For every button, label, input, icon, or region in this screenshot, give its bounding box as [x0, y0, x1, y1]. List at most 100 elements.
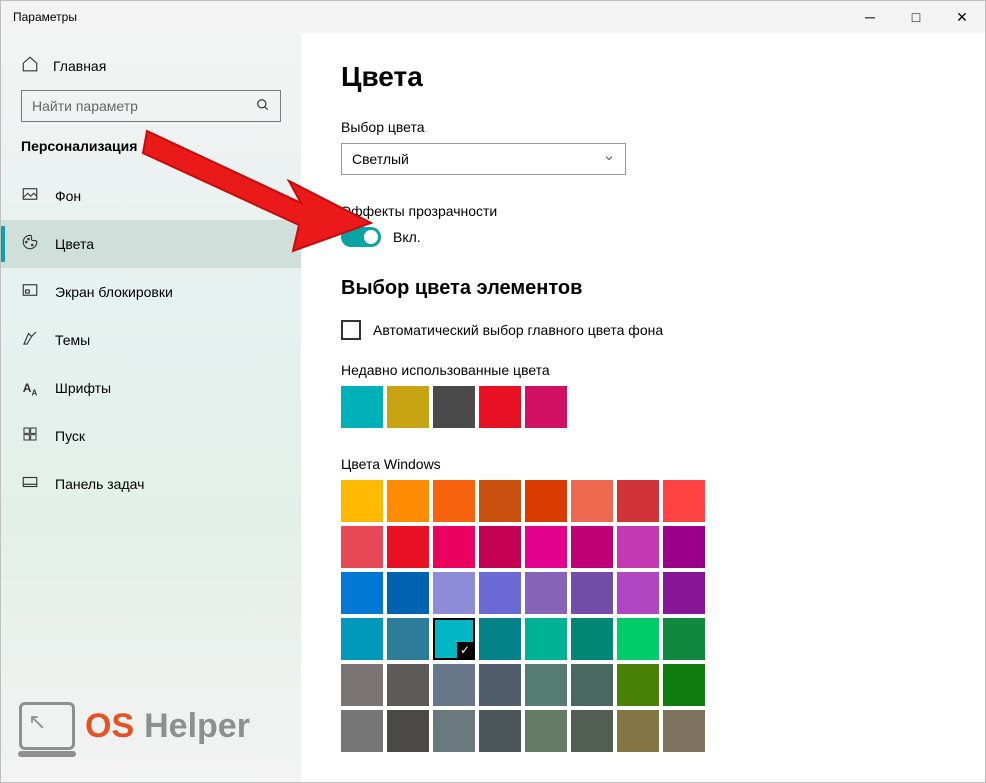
- color-swatch[interactable]: [479, 664, 521, 706]
- home-label: Главная: [53, 58, 106, 74]
- color-swatch[interactable]: [341, 526, 383, 568]
- color-swatch[interactable]: [433, 480, 475, 522]
- color-swatch[interactable]: [479, 526, 521, 568]
- color-swatch[interactable]: [663, 526, 705, 568]
- color-swatch[interactable]: [387, 572, 429, 614]
- color-swatch[interactable]: [571, 618, 613, 660]
- color-swatch[interactable]: [433, 618, 475, 660]
- transparency-label: Эффекты прозрачности: [341, 203, 945, 219]
- content-area: Цвета Выбор цвета Светлый Эффекты прозра…: [301, 33, 985, 782]
- color-swatch[interactable]: [387, 710, 429, 752]
- image-icon: [21, 185, 39, 208]
- color-swatch[interactable]: [617, 572, 659, 614]
- accent-section-title: Выбор цвета элементов: [341, 277, 945, 300]
- sidebar-item-label: Пуск: [55, 428, 85, 444]
- maximize-button[interactable]: □: [893, 1, 939, 33]
- minimize-button[interactable]: ─: [847, 1, 893, 33]
- color-swatch[interactable]: [525, 664, 567, 706]
- windows-colors-label: Цвета Windows: [341, 456, 945, 472]
- color-swatch[interactable]: [387, 526, 429, 568]
- home-link[interactable]: Главная: [21, 47, 281, 90]
- sidebar: Главная Персонализация Фон Цвета Экран б…: [1, 33, 301, 782]
- color-swatch[interactable]: [617, 618, 659, 660]
- color-swatch[interactable]: [571, 664, 613, 706]
- lockscreen-icon: [21, 281, 39, 304]
- color-swatch[interactable]: [525, 526, 567, 568]
- search-icon: [256, 98, 270, 115]
- themes-icon: [21, 329, 39, 352]
- color-swatch[interactable]: [525, 480, 567, 522]
- color-swatch[interactable]: [617, 664, 659, 706]
- color-mode-value: Светлый: [352, 151, 409, 167]
- watermark-helper: Helper: [144, 707, 250, 746]
- color-swatch[interactable]: [387, 664, 429, 706]
- color-swatch[interactable]: [479, 710, 521, 752]
- color-swatch[interactable]: [479, 572, 521, 614]
- close-button[interactable]: ✕: [939, 1, 985, 33]
- category-title: Персонализация: [21, 138, 281, 154]
- color-swatch[interactable]: [341, 710, 383, 752]
- color-swatch[interactable]: [663, 480, 705, 522]
- sidebar-item-label: Темы: [55, 332, 90, 348]
- color-swatch[interactable]: [433, 572, 475, 614]
- sidebar-item-start[interactable]: Пуск: [1, 412, 301, 460]
- recent-color-swatch[interactable]: [433, 386, 475, 428]
- color-swatch[interactable]: [433, 664, 475, 706]
- color-mode-label: Выбор цвета: [341, 119, 945, 135]
- start-icon: [21, 426, 39, 447]
- watermark-logo: ↖: [19, 702, 75, 750]
- color-swatch[interactable]: [433, 710, 475, 752]
- color-swatch[interactable]: [571, 710, 613, 752]
- sidebar-item-taskbar[interactable]: Панель задач: [1, 460, 301, 508]
- recent-colors-label: Недавно использованные цвета: [341, 362, 945, 378]
- recent-color-swatch[interactable]: [387, 386, 429, 428]
- color-swatch[interactable]: [525, 710, 567, 752]
- watermark-os: OS: [85, 707, 134, 746]
- page-title: Цвета: [341, 61, 945, 93]
- color-swatch[interactable]: [663, 710, 705, 752]
- auto-color-row[interactable]: Автоматический выбор главного цвета фона: [341, 320, 945, 340]
- recent-color-swatch[interactable]: [479, 386, 521, 428]
- color-swatch[interactable]: [617, 710, 659, 752]
- color-mode-select[interactable]: Светлый: [341, 143, 626, 175]
- color-swatch[interactable]: [663, 572, 705, 614]
- sidebar-item-colors[interactable]: Цвета: [1, 220, 301, 268]
- recent-color-swatch[interactable]: [341, 386, 383, 428]
- recent-colors-row: [341, 386, 945, 428]
- color-swatch[interactable]: [571, 572, 613, 614]
- transparency-toggle[interactable]: [341, 227, 381, 247]
- transparency-state: Вкл.: [393, 229, 421, 245]
- color-swatch[interactable]: [341, 480, 383, 522]
- color-swatch[interactable]: [387, 480, 429, 522]
- color-swatch[interactable]: [617, 480, 659, 522]
- color-swatch[interactable]: [387, 618, 429, 660]
- color-swatch[interactable]: [341, 618, 383, 660]
- color-swatch[interactable]: [525, 572, 567, 614]
- sidebar-item-background[interactable]: Фон: [1, 172, 301, 220]
- app-title: Параметры: [13, 10, 77, 24]
- sidebar-item-lockscreen[interactable]: Экран блокировки: [1, 268, 301, 316]
- nav-list: Фон Цвета Экран блокировки Темы AA Шрифт…: [1, 172, 301, 508]
- color-swatch[interactable]: [341, 572, 383, 614]
- windows-colors-grid: [341, 480, 945, 752]
- auto-color-checkbox[interactable]: [341, 320, 361, 340]
- search-input[interactable]: [32, 98, 256, 114]
- sidebar-item-themes[interactable]: Темы: [1, 316, 301, 364]
- color-swatch[interactable]: [525, 618, 567, 660]
- color-swatch[interactable]: [479, 618, 521, 660]
- search-box[interactable]: [21, 90, 281, 122]
- color-swatch[interactable]: [617, 526, 659, 568]
- recent-color-swatch[interactable]: [525, 386, 567, 428]
- titlebar: Параметры ─ □ ✕: [1, 1, 985, 33]
- home-icon: [21, 55, 39, 76]
- color-swatch[interactable]: [479, 480, 521, 522]
- cursor-icon: ↖: [28, 709, 46, 735]
- color-swatch[interactable]: [571, 526, 613, 568]
- sidebar-item-fonts[interactable]: AA Шрифты: [1, 364, 301, 412]
- color-swatch[interactable]: [341, 664, 383, 706]
- color-swatch[interactable]: [663, 664, 705, 706]
- color-swatch[interactable]: [663, 618, 705, 660]
- color-swatch[interactable]: [433, 526, 475, 568]
- color-swatch[interactable]: [571, 480, 613, 522]
- auto-color-label: Автоматический выбор главного цвета фона: [373, 322, 663, 338]
